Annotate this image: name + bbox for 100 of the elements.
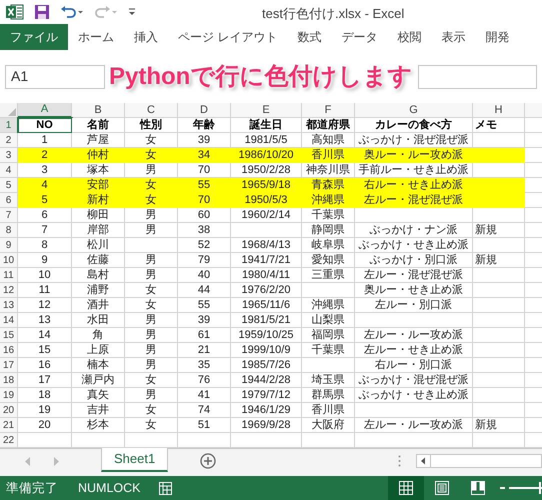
row-header[interactable]: 13 bbox=[0, 298, 18, 313]
column-header[interactable]: D bbox=[178, 103, 231, 118]
table-cell: 女 bbox=[125, 298, 178, 313]
page-break-icon[interactable] bbox=[471, 481, 485, 495]
row-header[interactable]: 20 bbox=[0, 403, 18, 418]
table-cell: 真矢 bbox=[72, 388, 125, 403]
ribbon-tab[interactable]: ページ レイアウト bbox=[168, 24, 288, 50]
table-cell: 1965/9/18 bbox=[231, 178, 302, 193]
ribbon-tab[interactable]: 開発 bbox=[475, 24, 520, 50]
table-cell: 38 bbox=[178, 223, 231, 238]
column-header[interactable]: A bbox=[18, 103, 72, 118]
row-header[interactable]: 7 bbox=[0, 208, 18, 223]
formula-field[interactable] bbox=[418, 64, 537, 88]
table-cell: 1959/10/25 bbox=[231, 328, 302, 343]
row-header[interactable]: 22 bbox=[0, 433, 18, 448]
name-box[interactable]: A1 bbox=[5, 64, 105, 88]
table-cell: 70 bbox=[178, 163, 231, 178]
table-cell: 35 bbox=[178, 358, 231, 373]
row-header[interactable]: 4 bbox=[0, 163, 18, 178]
table-cell: 51 bbox=[178, 418, 231, 433]
page-icon[interactable] bbox=[435, 481, 449, 495]
horizontal-scrollbar[interactable] bbox=[416, 454, 542, 468]
column-header[interactable]: G bbox=[355, 103, 473, 118]
column-title-cell: 性別 bbox=[125, 118, 178, 133]
row-header[interactable]: 17 bbox=[0, 358, 18, 373]
table-cell: 左ルー・混ぜ混ぜ派 bbox=[355, 193, 473, 208]
zoom-slider[interactable] bbox=[509, 482, 542, 494]
table-cell: 上原 bbox=[72, 343, 125, 358]
row-header[interactable]: 6 bbox=[0, 193, 18, 208]
customize-toolbar-icon[interactable] bbox=[128, 7, 136, 17]
row-header[interactable]: 11 bbox=[0, 268, 18, 283]
window-title: test行色付け.xlsx - Excel bbox=[262, 5, 404, 23]
ribbon-tab[interactable]: データ bbox=[331, 24, 388, 50]
table-cell: 男 bbox=[125, 328, 178, 343]
table-cell: 新規 bbox=[473, 223, 525, 238]
row-header[interactable]: 16 bbox=[0, 343, 18, 358]
table-cell: 柳田 bbox=[72, 208, 125, 223]
row-header[interactable]: 19 bbox=[0, 388, 18, 403]
table-cell: 4 bbox=[18, 178, 72, 193]
file-tab[interactable]: ファイル bbox=[0, 24, 68, 50]
row-header[interactable]: 9 bbox=[0, 238, 18, 253]
row-header[interactable]: 18 bbox=[0, 373, 18, 388]
save-icon[interactable] bbox=[34, 4, 50, 20]
column-header[interactable]: F bbox=[302, 103, 355, 118]
column-title-cell: 都道府県 bbox=[302, 118, 355, 133]
row-header[interactable]: 8 bbox=[0, 223, 18, 238]
table-cell: 三重県 bbox=[302, 268, 355, 283]
table-cell: 女 bbox=[125, 283, 178, 298]
table-cell: 静岡県 bbox=[302, 223, 355, 238]
table-cell: 40 bbox=[178, 268, 231, 283]
row-header[interactable]: 2 bbox=[0, 133, 18, 148]
table-cell: 角 bbox=[72, 328, 125, 343]
table-cell: ぶっかけ・混ぜ混ぜ派 bbox=[355, 373, 473, 388]
table-cell: 21 bbox=[178, 343, 231, 358]
table-cell: 13 bbox=[18, 313, 72, 328]
row-header[interactable]: 12 bbox=[0, 283, 18, 298]
table-cell: 手前ルー・せき止め派 bbox=[355, 163, 473, 178]
row-header[interactable]: 14 bbox=[0, 313, 18, 328]
table-cell: 左ルー・混ぜ混ぜ派 bbox=[355, 268, 473, 283]
normal-view-button[interactable] bbox=[388, 476, 424, 500]
grid-icon[interactable] bbox=[399, 481, 413, 495]
table-cell: 55 bbox=[178, 298, 231, 313]
table-cell: 18 bbox=[18, 388, 72, 403]
row-header[interactable]: 21 bbox=[0, 418, 18, 433]
ribbon-tab[interactable]: 校閲 bbox=[387, 24, 432, 50]
table-cell: 1981/5/21 bbox=[231, 313, 302, 328]
table-cell: 1969/9/28 bbox=[231, 418, 302, 433]
table-cell: 14 bbox=[18, 328, 72, 343]
sheet-tab[interactable]: Sheet1 bbox=[101, 448, 168, 472]
table-cell: 愛知県 bbox=[302, 253, 355, 268]
column-header[interactable]: B bbox=[72, 103, 125, 118]
column-title-cell: 名前 bbox=[72, 118, 125, 133]
row-header[interactable]: 5 bbox=[0, 178, 18, 193]
ribbon-tab[interactable]: 挿入 bbox=[124, 24, 168, 50]
ribbon-tab[interactable]: 表示 bbox=[431, 24, 476, 50]
table-cell: 11 bbox=[18, 283, 72, 298]
column-header[interactable]: C bbox=[125, 103, 178, 118]
ribbon-tab[interactable]: 数式 bbox=[287, 24, 332, 50]
splitter-handle-icon[interactable] bbox=[398, 455, 402, 467]
undo-icon[interactable] bbox=[60, 5, 84, 19]
macro-record-icon[interactable] bbox=[158, 482, 172, 494]
column-header[interactable]: E bbox=[231, 103, 302, 118]
table-cell: 沖縄県 bbox=[302, 193, 355, 208]
table-cell: 19 bbox=[18, 403, 72, 418]
add-sheet-icon[interactable] bbox=[200, 453, 216, 469]
table-cell: 男 bbox=[125, 388, 178, 403]
table-cell: 16 bbox=[18, 358, 72, 373]
table-cell: 2 bbox=[18, 148, 72, 163]
row-header[interactable]: 10 bbox=[0, 253, 18, 268]
table-cell: 高知県 bbox=[302, 133, 355, 148]
row-header[interactable]: 15 bbox=[0, 328, 18, 343]
row-header[interactable]: 3 bbox=[0, 148, 18, 163]
table-cell: 1941/7/21 bbox=[231, 253, 302, 268]
table-cell: 千葉県 bbox=[302, 208, 355, 223]
excel-icon bbox=[6, 4, 24, 20]
ribbon-tab[interactable]: ホーム bbox=[68, 24, 124, 50]
row-header[interactable]: 1 bbox=[0, 118, 18, 133]
table-cell: 岐阜県 bbox=[302, 238, 355, 253]
table-cell: 新規 bbox=[473, 418, 525, 433]
column-header[interactable]: H bbox=[473, 103, 525, 118]
